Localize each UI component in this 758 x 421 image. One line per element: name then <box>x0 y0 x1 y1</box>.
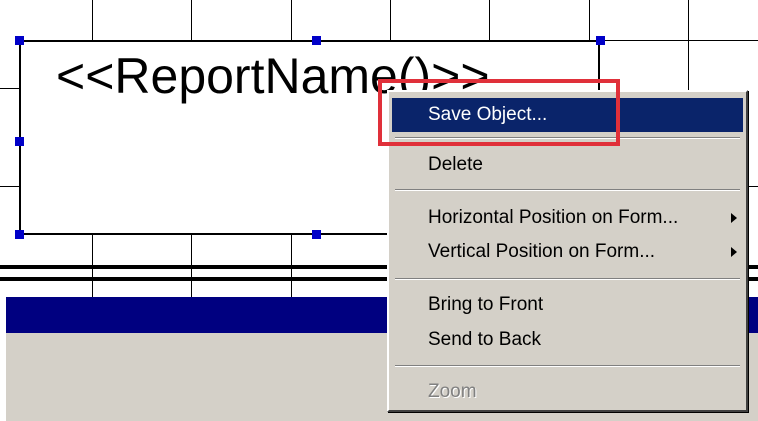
menu-item-label: Vertical Position on Form... <box>428 241 656 262</box>
grid-line <box>688 0 689 90</box>
menu-separator <box>395 278 740 280</box>
menu-item-send-to-back[interactable]: Send to Back <box>392 323 743 357</box>
menu-separator <box>395 189 740 191</box>
grid-line <box>748 186 758 187</box>
grid-line <box>0 88 19 89</box>
menu-item-delete[interactable]: Delete <box>392 148 743 182</box>
menu-item-zoom: Zoom <box>392 375 743 409</box>
menu-item-label: Horizontal Position on Form... <box>428 207 679 228</box>
menu-item-label: Zoom <box>428 381 477 402</box>
grid-line <box>191 0 192 40</box>
grid-line <box>489 0 490 40</box>
menu-item-label: Delete <box>428 154 483 175</box>
resize-handle-top-right[interactable] <box>596 36 605 45</box>
submenu-arrow-icon <box>731 247 737 257</box>
grid-line <box>589 0 590 40</box>
menu-item-label: Send to Back <box>428 329 542 350</box>
resize-handle-top-left[interactable] <box>15 36 24 45</box>
grid-line <box>291 0 292 40</box>
grid-line <box>0 186 19 187</box>
resize-handle-middle-left[interactable] <box>15 137 24 146</box>
grid-line <box>600 40 758 41</box>
grid-line <box>92 0 93 40</box>
menu-separator <box>395 365 740 367</box>
resize-handle-top-middle[interactable] <box>312 36 321 45</box>
menu-item-bring-to-front[interactable]: Bring to Front <box>392 288 743 322</box>
resize-handle-bottom-left[interactable] <box>15 230 24 239</box>
submenu-arrow-icon <box>731 213 737 223</box>
menu-item-label: Bring to Front <box>428 294 544 315</box>
menu-item-vertical-position[interactable]: Vertical Position on Form... <box>392 235 743 269</box>
menu-item-horizontal-position[interactable]: Horizontal Position on Form... <box>392 201 743 235</box>
report-designer-canvas[interactable]: <<ReportName()>> Save Object... Delete H… <box>0 0 758 421</box>
highlight-callout-box <box>378 79 620 146</box>
resize-handle-bottom-middle[interactable] <box>312 230 321 239</box>
grid-line <box>390 0 391 40</box>
